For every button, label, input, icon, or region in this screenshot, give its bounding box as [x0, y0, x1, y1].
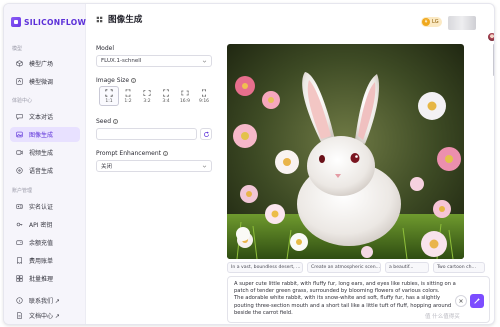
aspect-landscape-icon: [143, 89, 151, 96]
sidebar-item-label: 语音生成: [29, 168, 54, 175]
suggestion-chip[interactable]: Two cartoon ch...: [433, 262, 485, 273]
sidebar-item-label: API 密钥: [29, 222, 53, 229]
chevron-down-icon: [202, 165, 207, 168]
size-option-3-4[interactable]: 3:4: [156, 86, 176, 106]
brand-name: SILICONFLOW: [24, 17, 87, 27]
contact-icon: [16, 297, 23, 304]
sidebar-item-model-square[interactable]: 模型广场: [10, 56, 80, 71]
aspect-tall-icon: [202, 88, 206, 97]
sidebar-item-bills[interactable]: 费用账单: [10, 253, 80, 268]
coin-icon: ¥: [422, 18, 430, 26]
aspect-wide-icon: [181, 90, 189, 95]
rabbit-image: [227, 44, 464, 259]
sidebar-link-docs[interactable]: 文档中心 ↗: [10, 308, 80, 323]
size-option-1-2[interactable]: 1:2: [118, 86, 138, 106]
clear-prompt-button[interactable]: [455, 295, 467, 307]
suggestion-chip[interactable]: In a vast, boundless desert, ...: [227, 262, 303, 273]
sidebar-item-label: 批量推理: [29, 276, 54, 283]
size-option-3-2[interactable]: 3:2: [137, 86, 157, 106]
bill-icon: [16, 257, 23, 264]
sidebar-item-label: 费用账单: [29, 258, 54, 265]
random-seed-button[interactable]: [200, 128, 212, 140]
section-title-models: 模型: [12, 46, 23, 52]
section-title-experience: 体验中心: [12, 98, 33, 104]
logo-icon: [11, 17, 21, 27]
audio-icon: [16, 167, 23, 174]
sidebar-item-fine-tune[interactable]: 模型微调: [10, 74, 80, 89]
suggestion-chip[interactable]: a beautif...: [385, 262, 429, 273]
brand-logo[interactable]: SILICONFLOW: [11, 17, 86, 27]
model-value: FLUX.1-schnell: [101, 58, 142, 64]
page-header: 图像生成 ¥ LG: [86, 4, 494, 34]
generated-image[interactable]: [227, 44, 464, 259]
section-title-account: 账户管理: [12, 188, 33, 194]
image-icon: [16, 131, 23, 138]
wallet-icon: [16, 239, 23, 246]
seed-input[interactable]: [96, 128, 197, 140]
sidebar-item-batch[interactable]: 批量推理: [10, 271, 80, 286]
sidebar-item-api-key[interactable]: API 密钥: [10, 217, 80, 232]
sidebar-item-audio-gen[interactable]: 语音生成: [10, 163, 80, 178]
key-icon: [16, 221, 23, 228]
sidebar-link-contact[interactable]: 联系我们 ↗: [10, 293, 80, 308]
batch-icon: [16, 275, 23, 282]
sidebar-item-image-gen[interactable]: 图像生成: [10, 127, 80, 142]
info-icon: i: [131, 78, 137, 83]
aspect-square-icon: [105, 88, 113, 97]
aspect-portrait-icon: [163, 88, 169, 97]
close-icon: [459, 299, 463, 303]
sidebar-item-video-gen[interactable]: 视频生成: [10, 145, 80, 160]
generate-button[interactable]: [470, 294, 484, 308]
info-icon: i: [163, 151, 168, 156]
refresh-icon: [203, 131, 209, 137]
sidebar-item-label: 文本对话: [29, 114, 54, 121]
sidebar-item-label: 文档中心 ↗: [29, 313, 60, 320]
chat-icon: [16, 113, 23, 120]
chevron-down-icon: [202, 60, 207, 63]
seed-label: Seed i: [96, 118, 118, 125]
doc-icon: [16, 312, 23, 319]
info-icon: i: [113, 119, 118, 124]
balance-label: LG: [432, 19, 439, 25]
page-title: 图像生成: [108, 15, 143, 25]
model-label: Model: [96, 45, 115, 52]
magic-wand-icon: [474, 297, 481, 304]
prompt-enhancement-label: Prompt Enhancement i: [96, 150, 168, 157]
size-option-16-9[interactable]: 16:9: [175, 86, 195, 106]
video-icon: [16, 149, 23, 156]
sidebar-item-recharge[interactable]: 余额充值: [10, 235, 80, 250]
sidebar-item-label: 实名认证: [29, 204, 54, 211]
prompt-suggestions: In a vast, boundless desert, ... Create …: [227, 262, 493, 274]
watermark: 值 什么值得买: [425, 314, 460, 320]
model-select[interactable]: FLUX.1-schnell: [96, 55, 212, 67]
prompt-enhancement-value: 关闭: [101, 164, 113, 170]
prompt-text-line: A super cute little rabbit, with fluffy …: [234, 281, 456, 295]
user-avatar[interactable]: [448, 16, 476, 30]
sidebar-item-label: 模型广场: [29, 61, 54, 68]
sidebar-item-label: 模型微调: [29, 79, 54, 86]
sidebar-item-text-chat[interactable]: 文本对话: [10, 109, 80, 124]
assistant-avatar[interactable]: [487, 32, 494, 42]
image-size-label: Image Size i: [96, 77, 137, 84]
sidebar-item-realname[interactable]: 实名认证: [10, 199, 80, 214]
sidebar-item-label: 余额充值: [29, 240, 54, 247]
app-window: SILICONFLOW 模型 模型广场 模型微调 体验中心 文本对话 图像生成 …: [3, 3, 495, 325]
prompt-enhancement-select[interactable]: 关闭: [96, 160, 212, 172]
suggestion-chip[interactable]: Create an atmospheric scen...: [307, 262, 381, 273]
tune-icon: [16, 78, 23, 85]
grid-icon: [96, 16, 103, 23]
sidebar: SILICONFLOW 模型 模型广场 模型微调 体验中心 文本对话 图像生成 …: [4, 4, 86, 324]
scrollbar-thumb[interactable]: [493, 44, 494, 76]
sidebar-item-label: 联系我们 ↗: [29, 298, 60, 305]
aspect-portrait-icon: [125, 88, 131, 97]
id-card-icon: [16, 203, 23, 210]
size-option-1-1[interactable]: 1:1: [99, 86, 119, 106]
sidebar-item-label: 图像生成: [29, 132, 54, 139]
balance-badge[interactable]: ¥ LG: [421, 17, 442, 27]
sidebar-item-label: 视频生成: [29, 150, 54, 157]
cube-icon: [16, 60, 23, 67]
size-option-9-16[interactable]: 9:16: [194, 86, 214, 106]
